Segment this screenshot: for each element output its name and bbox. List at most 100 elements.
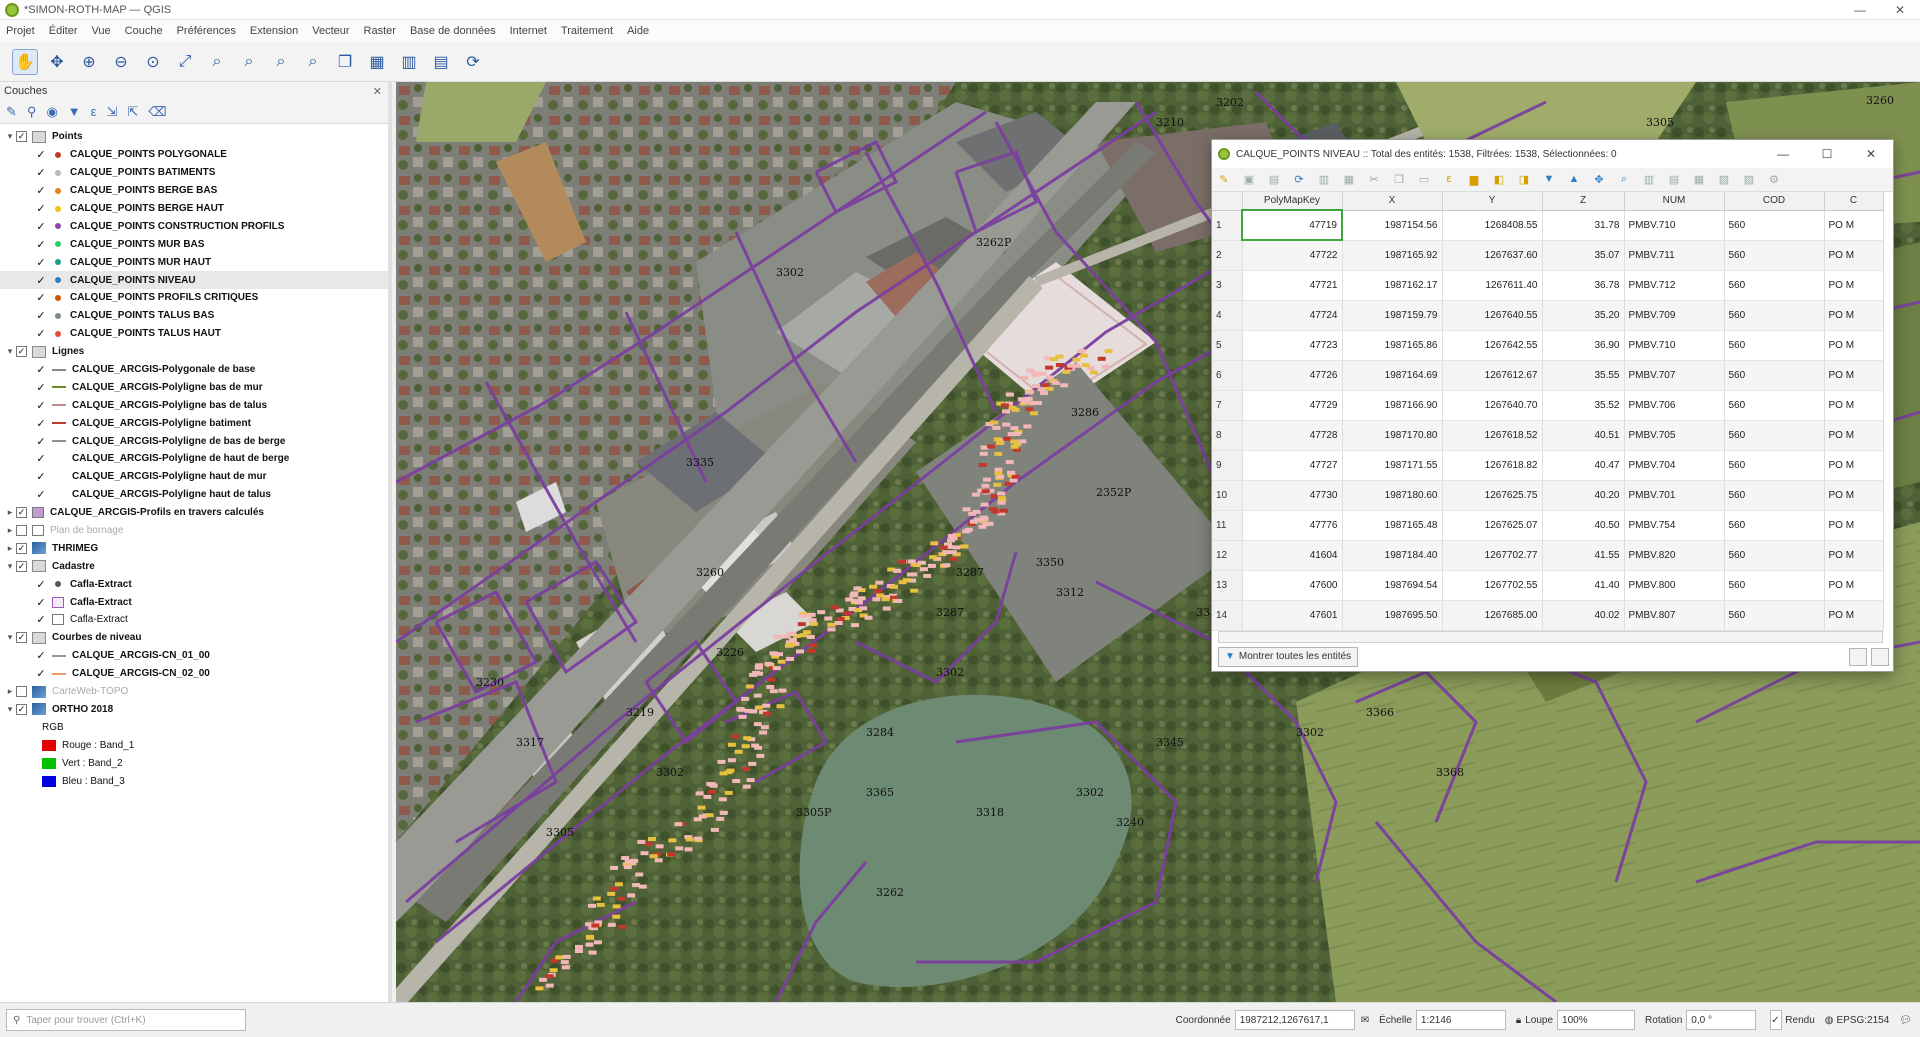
temporal-controller-icon[interactable]: ▤ — [428, 49, 454, 75]
menu-preferences[interactable]: Préférences — [177, 25, 236, 37]
menu-traitement[interactable]: Traitement — [561, 25, 613, 37]
table-cell[interactable]: PO M — [1824, 240, 1884, 271]
table-cell[interactable]: 560 — [1724, 420, 1825, 451]
attr-close-button[interactable]: ✕ — [1849, 147, 1893, 161]
layer-row[interactable]: Vert : Band_2 — [0, 754, 388, 772]
expand-arrow-icon[interactable]: ▾ — [4, 131, 16, 142]
table-cell[interactable]: 560 — [1724, 540, 1825, 571]
new-map-view-icon[interactable]: ▦ — [364, 49, 390, 75]
select-all-icon[interactable]: ▆ — [1466, 173, 1482, 187]
save-edits-icon[interactable]: ▤ — [1266, 173, 1282, 187]
layer-checkmark[interactable]: ✓ — [36, 309, 46, 322]
table-cell[interactable]: PO M — [1824, 390, 1884, 421]
layer-checkmark[interactable]: ✓ — [36, 274, 46, 287]
expand-arrow-icon[interactable]: ▾ — [4, 704, 16, 715]
layer-checkmark[interactable]: ✓ — [36, 452, 46, 465]
table-cell[interactable]: 35.07 — [1542, 240, 1625, 271]
table-cell[interactable]: 47601 — [1242, 600, 1343, 631]
crs-field[interactable]: ◍ EPSG:2154 — [1825, 1015, 1890, 1026]
row-number[interactable]: 13 — [1212, 570, 1243, 601]
layer-row[interactable]: ✓ CALQUE_ARCGIS-Polyligne haut de talus — [0, 486, 388, 504]
layer-row[interactable]: ▾ ✓ Courbes de niveau — [0, 629, 388, 647]
toggle-editing-icon[interactable]: ✎ — [1216, 173, 1232, 187]
layer-checkmark[interactable]: ✓ — [36, 399, 46, 412]
add-feature-icon[interactable]: ▥ — [1316, 173, 1332, 187]
table-cell[interactable]: 1267618.52 — [1442, 420, 1543, 451]
layer-checkbox[interactable]: ✓ — [16, 632, 27, 644]
table-cell[interactable]: 40.50 — [1542, 510, 1625, 541]
render-checkbox[interactable]: ✓ — [1770, 1010, 1783, 1030]
table-cell[interactable]: 1267640.70 — [1442, 390, 1543, 421]
menu-editer[interactable]: Éditer — [49, 25, 78, 37]
table-row[interactable]: 9 47727 1987171.55 1267618.82 40.47 PMBV.704 5… — [1212, 450, 1884, 481]
toggle-extents-icon[interactable]: ✉ — [1361, 1015, 1369, 1026]
table-cell[interactable]: PMBV.701 — [1624, 480, 1725, 511]
table-cell[interactable]: PO M — [1824, 210, 1884, 241]
table-row[interactable]: 12 41604 1987184.40 1267702.77 41.55 PMBV.820… — [1212, 540, 1884, 571]
table-cell[interactable]: 1267625.07 — [1442, 510, 1543, 541]
table-cell[interactable]: 1987171.55 — [1342, 450, 1443, 481]
table-row[interactable]: 13 47600 1987694.54 1267702.55 41.40 PMBV.800… — [1212, 570, 1884, 601]
layer-row[interactable]: ✓ CALQUE_ARCGIS-Polyligne bas de mur — [0, 378, 388, 396]
table-cell[interactable]: 47729 — [1242, 390, 1343, 421]
layer-row[interactable]: ✓ CALQUE_ARCGIS-Polyligne de haut de berg… — [0, 450, 388, 468]
table-cell[interactable]: PO M — [1824, 480, 1884, 511]
table-cell[interactable]: 1267702.55 — [1442, 570, 1543, 601]
table-cell[interactable]: 560 — [1724, 480, 1825, 511]
minimize-button[interactable]: — — [1840, 3, 1880, 17]
layer-checkmark[interactable]: ✓ — [36, 148, 46, 161]
table-cell[interactable]: PMBV.704 — [1624, 450, 1725, 481]
layer-row[interactable]: ▾ ✓ ORTHO 2018 — [0, 701, 388, 719]
move-selection-top-icon[interactable]: ▲ — [1566, 173, 1582, 187]
row-number[interactable]: 12 — [1212, 540, 1243, 571]
menu-aide[interactable]: Aide — [627, 25, 649, 37]
table-cell[interactable]: 47728 — [1242, 420, 1343, 451]
invert-selection-icon[interactable]: ◧ — [1491, 173, 1507, 187]
table-cell[interactable]: PO M — [1824, 420, 1884, 451]
lock-icon[interactable]: 🔒︎ — [1516, 1015, 1521, 1026]
layer-checkmark[interactable]: ✓ — [36, 667, 46, 680]
table-cell[interactable]: 560 — [1724, 300, 1825, 331]
table-cell[interactable]: 40.02 — [1542, 600, 1625, 631]
manage-map-themes-icon[interactable]: ◉ — [46, 104, 57, 120]
table-cell[interactable]: 1267611.40 — [1442, 270, 1543, 301]
table-cell[interactable]: PMBV.709 — [1624, 300, 1725, 331]
layer-row[interactable]: ✓ CALQUE_ARCGIS-CN_02_00 — [0, 665, 388, 683]
table-cell[interactable]: 35.55 — [1542, 360, 1625, 391]
table-cell[interactable]: 47727 — [1242, 450, 1343, 481]
table-cell[interactable]: 1987159.79 — [1342, 300, 1443, 331]
table-cell[interactable]: PMBV.807 — [1624, 600, 1725, 631]
table-cell[interactable]: PMBV.706 — [1624, 390, 1725, 421]
table-cell[interactable]: PO M — [1824, 360, 1884, 391]
table-cell[interactable]: 560 — [1724, 570, 1825, 601]
layer-checkmark[interactable]: ✓ — [36, 256, 46, 269]
expand-arrow-icon[interactable]: ▾ — [4, 561, 16, 572]
close-button[interactable]: ✕ — [1880, 3, 1920, 17]
table-cell[interactable]: 35.20 — [1542, 300, 1625, 331]
layer-checkmark[interactable]: ✓ — [36, 488, 46, 501]
zoom-next-icon[interactable]: ❐ — [332, 49, 358, 75]
layer-checkmark[interactable]: ✓ — [36, 578, 46, 591]
row-number[interactable]: 11 — [1212, 510, 1243, 541]
messages-button[interactable]: 💬︎ — [1899, 1015, 1912, 1026]
column-header-c[interactable]: C — [1824, 192, 1884, 211]
layer-checkmark[interactable]: ✓ — [36, 417, 46, 430]
layer-checkmark[interactable]: ✓ — [36, 327, 46, 340]
table-cell[interactable]: 560 — [1724, 390, 1825, 421]
delete-field-icon[interactable]: ▤ — [1666, 173, 1682, 187]
table-cell[interactable]: 1987154.56 — [1342, 210, 1443, 241]
copy-features-icon[interactable]: ❐ — [1391, 173, 1407, 187]
layer-row[interactable]: ✓ Cafla-Extract — [0, 593, 388, 611]
layer-row[interactable]: ✓ CALQUE_POINTS TALUS HAUT — [0, 325, 388, 343]
menu-internet[interactable]: Internet — [510, 25, 547, 37]
layer-row[interactable]: ▸ Plan de bornage — [0, 522, 388, 540]
layer-checkmark[interactable]: ✓ — [36, 166, 46, 179]
layer-row[interactable]: ✓ CALQUE_POINTS BATIMENTS — [0, 164, 388, 182]
table-cell[interactable]: 1267685.00 — [1442, 600, 1543, 631]
column-header-z[interactable]: Z — [1542, 192, 1625, 211]
layer-row[interactable]: RGB — [0, 718, 388, 736]
refresh-icon[interactable]: ⟳ — [460, 49, 486, 75]
scale-value[interactable]: 1:2146 — [1415, 1010, 1506, 1030]
filter-legend-icon[interactable]: ▼ — [68, 104, 81, 119]
menu-vue[interactable]: Vue — [92, 25, 111, 37]
